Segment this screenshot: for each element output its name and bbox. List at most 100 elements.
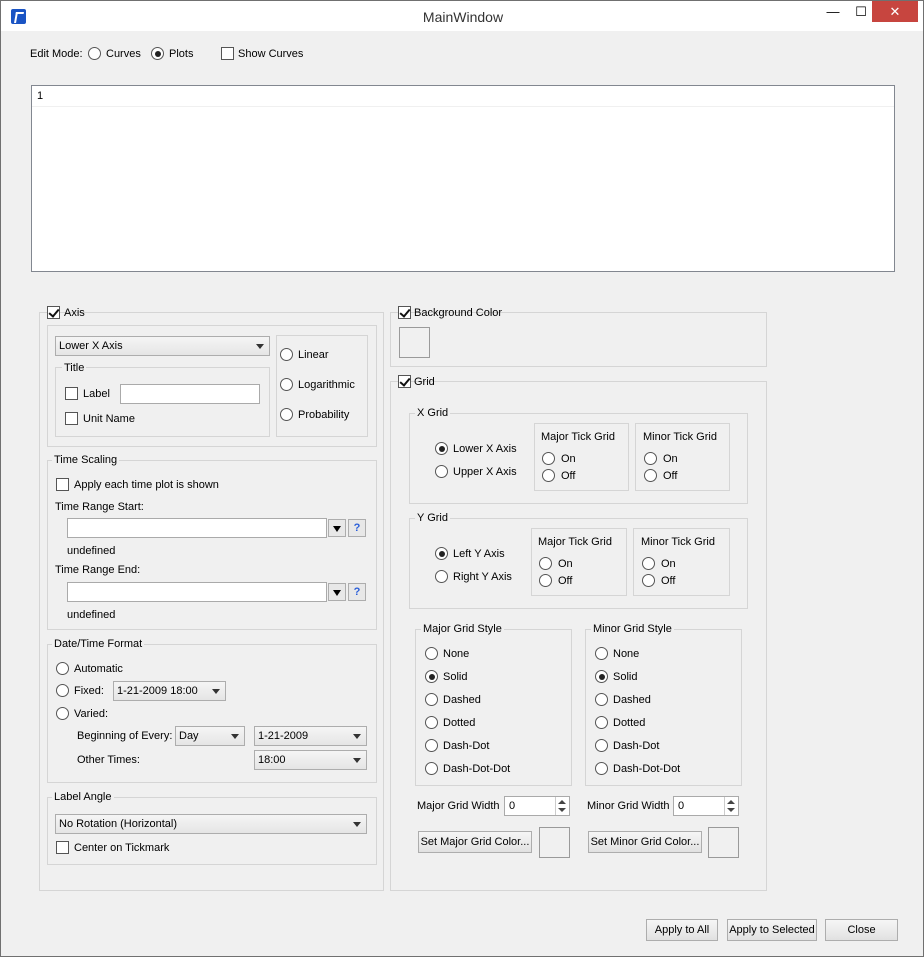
other-times-select[interactable]: 18:00 <box>254 750 367 770</box>
dropdown-arrow-icon <box>333 526 341 532</box>
automatic-radio[interactable] <box>56 662 69 675</box>
time-range-start-help[interactable]: ? <box>348 519 366 537</box>
fixed-radio[interactable] <box>56 684 69 697</box>
grid-checkbox[interactable] <box>398 375 411 388</box>
background-color-swatch[interactable] <box>399 327 430 358</box>
plots-radio-label: Plots <box>169 48 194 60</box>
datetime-format-label: Date/Time Format <box>52 638 145 650</box>
label-angle-value: No Rotation (Horizontal) <box>59 818 177 830</box>
major-grid-color-swatch[interactable] <box>539 827 570 858</box>
minor-grid-width-spinner[interactable]: 0 <box>673 796 739 816</box>
set-major-grid-color-button[interactable]: Set Major Grid Color... <box>418 831 532 853</box>
minor-style-dashed-radio[interactable] <box>595 693 608 706</box>
x-major-on-label: On <box>561 453 576 465</box>
upper-x-axis-radio[interactable] <box>435 465 448 478</box>
other-times-label: Other Times: <box>77 754 140 766</box>
major-grid-width-spinner[interactable]: 0 <box>504 796 570 816</box>
apply-each-checkbox[interactable] <box>56 478 69 491</box>
x-major-on-radio[interactable] <box>542 452 555 465</box>
minor-style-solid-label: Solid <box>613 671 638 683</box>
dropdown-arrow-icon <box>333 590 341 596</box>
label-checkbox[interactable] <box>65 387 78 400</box>
apply-to-all-button[interactable]: Apply to All <box>646 919 718 941</box>
chevron-down-icon <box>231 734 239 739</box>
maximize-button[interactable]: ☐ <box>847 1 875 22</box>
y-minor-off-radio[interactable] <box>642 574 655 587</box>
window-title: MainWindow <box>422 9 504 25</box>
time-range-end-help[interactable]: ? <box>348 583 366 601</box>
axis-checkbox[interactable] <box>47 306 60 319</box>
major-style-none-radio[interactable] <box>425 647 438 660</box>
axis-title-input[interactable] <box>120 384 260 404</box>
x-minor-off-label: Off <box>663 470 678 482</box>
y-minor-on-radio[interactable] <box>642 557 655 570</box>
major-style-dashed-radio[interactable] <box>425 693 438 706</box>
minor-style-none-radio[interactable] <box>595 647 608 660</box>
minor-style-dash-dot-radio[interactable] <box>595 739 608 752</box>
minor-grid-color-swatch[interactable] <box>708 827 739 858</box>
lower-x-axis-radio[interactable] <box>435 442 448 455</box>
show-curves-label: Show Curves <box>238 48 304 60</box>
beginning-date-value: 1-21-2009 <box>258 730 309 742</box>
y-major-off-radio[interactable] <box>539 574 552 587</box>
fixed-format-select[interactable]: 1-21-2009 18:00 <box>113 681 226 701</box>
minor-style-dotted-radio[interactable] <box>595 716 608 729</box>
minor-style-solid-radio[interactable] <box>595 670 608 683</box>
logarithmic-label: Logarithmic <box>298 379 355 391</box>
minor-style-dash-dot-dot-radio[interactable] <box>595 762 608 775</box>
varied-radio[interactable] <box>56 707 69 720</box>
show-curves-checkbox[interactable] <box>221 47 234 60</box>
main-window: MainWindow — ☐ ✕ Edit Mode: Curves Plots… <box>0 0 924 957</box>
major-grid-width-label: Major Grid Width <box>417 800 500 812</box>
x-major-off-radio[interactable] <box>542 469 555 482</box>
background-color-panel <box>390 312 767 367</box>
major-style-dash-dot-dot-radio[interactable] <box>425 762 438 775</box>
y-major-on-radio[interactable] <box>539 557 552 570</box>
y-minor-tick-label: Minor Tick Grid <box>639 536 717 548</box>
x-minor-on-label: On <box>663 453 678 465</box>
apply-to-selected-button[interactable]: Apply to Selected <box>727 919 817 941</box>
minor-grid-width-label: Minor Grid Width <box>587 800 670 812</box>
time-range-start-dropdown[interactable] <box>328 519 346 537</box>
major-style-solid-radio[interactable] <box>425 670 438 683</box>
varied-label: Varied: <box>74 708 109 720</box>
logarithmic-radio[interactable] <box>280 378 293 391</box>
beginning-unit-select[interactable]: Day <box>175 726 245 746</box>
set-minor-grid-color-button[interactable]: Set Minor Grid Color... <box>588 831 702 853</box>
y-major-on-label: On <box>558 558 573 570</box>
y-grid-label: Y Grid <box>415 512 450 524</box>
major-style-dotted-radio[interactable] <box>425 716 438 729</box>
minor-grid-style-label: Minor Grid Style <box>591 623 674 635</box>
time-range-end-input[interactable] <box>67 582 327 602</box>
background-color-checkbox[interactable] <box>398 306 411 319</box>
unit-name-checkbox[interactable] <box>65 412 78 425</box>
beginning-date-select[interactable]: 1-21-2009 <box>254 726 367 746</box>
curves-radio[interactable] <box>88 47 101 60</box>
center-on-tickmark-checkbox[interactable] <box>56 841 69 854</box>
plots-radio[interactable] <box>151 47 164 60</box>
y-major-tick-label: Major Tick Grid <box>536 536 614 548</box>
left-y-axis-radio[interactable] <box>435 547 448 560</box>
time-range-end-dropdown[interactable] <box>328 583 346 601</box>
label-angle-select[interactable]: No Rotation (Horizontal) <box>55 814 367 834</box>
close-window-button[interactable]: ✕ <box>872 1 918 22</box>
x-major-tick-label: Major Tick Grid <box>539 431 617 443</box>
time-range-end-label: Time Range End: <box>55 564 141 576</box>
major-style-dotted-label: Dotted <box>443 717 476 729</box>
x-minor-off-radio[interactable] <box>644 469 657 482</box>
chevron-down-icon <box>353 734 361 739</box>
time-range-start-input[interactable] <box>67 518 327 538</box>
automatic-label: Automatic <box>74 663 123 675</box>
close-button[interactable]: Close <box>825 919 898 941</box>
linear-radio[interactable] <box>280 348 293 361</box>
plot-list[interactable]: 1 <box>31 85 895 272</box>
minor-style-dashed-label: Dashed <box>613 694 651 706</box>
probability-radio[interactable] <box>280 408 293 421</box>
minor-style-dash-dot-dot-label: Dash-Dot-Dot <box>613 763 681 775</box>
x-minor-on-radio[interactable] <box>644 452 657 465</box>
list-item[interactable]: 1 <box>32 86 894 107</box>
axis-select[interactable]: Lower X Axis <box>55 336 270 356</box>
major-style-dash-dot-radio[interactable] <box>425 739 438 752</box>
right-y-axis-radio[interactable] <box>435 570 448 583</box>
minimize-button[interactable]: — <box>819 1 847 22</box>
